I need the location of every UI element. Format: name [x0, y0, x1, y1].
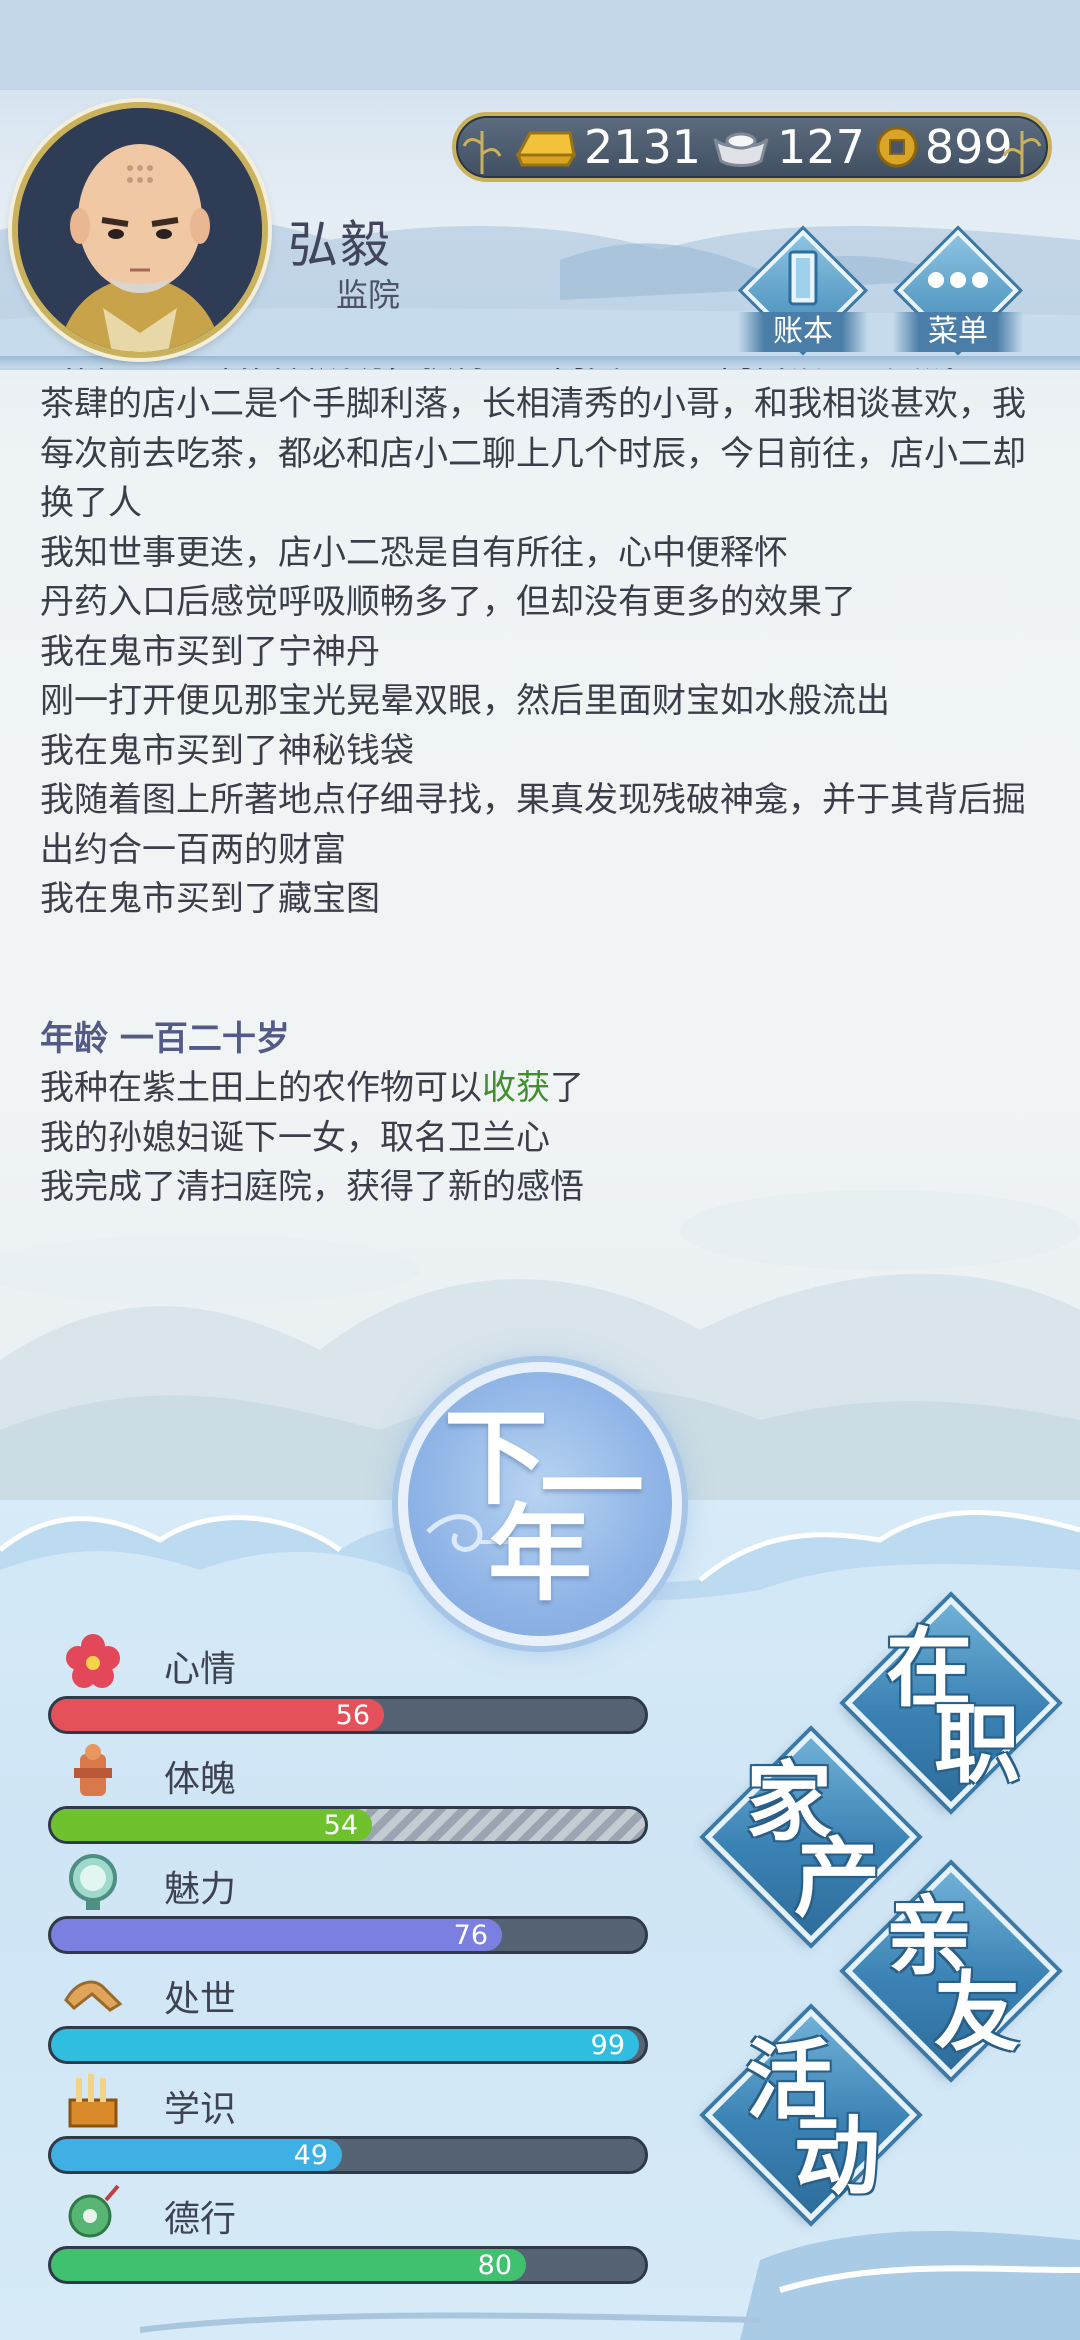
gold-ingot-icon	[515, 131, 577, 167]
activity-button[interactable]: 活 动	[704, 2008, 918, 2222]
log-line: 我在鬼市买到了藏宝图	[40, 879, 380, 919]
more-dots-icon	[928, 272, 988, 288]
stat-bar-knowledge: 49	[48, 2136, 648, 2174]
bamboo-decor-icon	[1002, 131, 1042, 174]
log-line: 我在鬼市买到了神秘钱袋	[40, 730, 414, 771]
gold-currency: 2131	[514, 120, 701, 174]
kin-char-2: 友	[934, 1963, 1020, 2063]
log-line: 我完成了清扫庭院，获得了新的感悟	[40, 1167, 584, 1207]
log-line: 刚一打开便见那宝光晃晕双眼，然后里面财宝如水般流出	[40, 681, 890, 721]
player-title: 监院	[336, 276, 401, 314]
log-text: 我种在紫土田上的农作物可以	[40, 1068, 482, 1108]
stat-value: 56	[335, 1700, 370, 1731]
stat-bar-mood: 56	[48, 1696, 648, 1734]
next-year-button[interactable]: 下 一 年	[398, 1362, 682, 1646]
player-name: 弘毅	[288, 216, 392, 274]
log-line: 我种在紫土田上的农作物可以收获了	[40, 1064, 1050, 1114]
ledger-book-icon	[788, 250, 818, 306]
stat-value: 76	[453, 1920, 488, 1951]
log-line: 我随着图上所著地点仔细寻找，果真发现残破神龛，并于其背后掘出约合一百两的财富	[40, 780, 1026, 870]
stat-bar-charm: 76	[48, 1916, 648, 1954]
jade-virtue-icon	[68, 2184, 120, 2238]
log-line: 出售37650石白薯成功，获得218两黄金550两白银288文钱	[40, 368, 1050, 380]
copper-amount: 899	[924, 120, 1013, 174]
copper-currency: 899	[875, 120, 1013, 174]
stat-label-charm: 魅力	[164, 1869, 237, 1910]
stat-value: 49	[293, 2140, 328, 2171]
stat-value: 99	[590, 2030, 625, 2061]
brush-holder-knowledge-icon	[68, 2074, 118, 2128]
silver-currency: 127	[711, 120, 865, 174]
age-heading: 年龄 一百二十岁	[40, 1018, 290, 1059]
stat-value: 80	[477, 2250, 512, 2281]
log-text: 了	[550, 1068, 584, 1108]
ledger-label: 账本	[738, 312, 868, 352]
stat-label-physique: 体魄	[164, 1759, 237, 1800]
stat-bar-virtue: 80	[48, 2246, 648, 2284]
gold-amount: 2131	[584, 120, 702, 174]
flower-mood-icon	[66, 1634, 120, 1688]
log-line: 我在鬼市买到了宁神丹	[40, 631, 380, 672]
hydrant-physique-icon	[74, 1744, 112, 1796]
stat-bar-worldliness: 99	[48, 2026, 648, 2064]
monk-portrait-icon	[18, 108, 262, 352]
log-line: 茶肆的店小二是个手脚利落，长相清秀的小哥，和我相谈甚欢，我每次前去吃茶，都必和店…	[40, 384, 1026, 523]
harvest-highlight: 收获	[482, 1068, 550, 1108]
stat-label-worldliness: 处世	[164, 1979, 237, 2020]
currency-bar: 2131 127 899	[452, 112, 1052, 182]
menu-button[interactable]: 菜单	[893, 222, 1023, 362]
log-partial-line: 出售37650石白薯成功，获得218两黄金550两白银288文钱	[40, 368, 1050, 380]
log-line: 我知世事更迭，店小二恐是自有所往，心中便释怀	[40, 532, 788, 573]
office-char-2: 职	[934, 1695, 1020, 1795]
stat-label-knowledge: 学识	[164, 2089, 237, 2130]
handshake-worldliness-icon	[64, 1980, 123, 2012]
log-line: 我的孙媳妇诞下一女，取名卫兰心	[40, 1117, 550, 1158]
next-year-char-3: 年	[488, 1493, 593, 1615]
mirror-charm-icon	[69, 1854, 117, 1910]
ledger-button[interactable]: 账本	[738, 222, 868, 362]
silver-ingot-icon	[713, 132, 769, 167]
menu-label: 菜单	[893, 312, 1023, 352]
stat-bar-physique: 54	[48, 1806, 648, 1844]
silver-amount: 127	[777, 120, 865, 174]
copper-coin-icon	[876, 126, 918, 168]
log-line: 丹药入口后感觉呼吸顺畅多了，但却没有更多的效果了	[40, 582, 856, 622]
activity-char-2: 动	[794, 2107, 880, 2207]
stat-value: 54	[323, 1810, 358, 1841]
event-log: 出售37650石白薯成功，获得218两黄金550两白银288文钱 茶肆的店小二是…	[40, 368, 1050, 1213]
avatar[interactable]	[12, 102, 268, 358]
stat-label-mood: 心情	[164, 1649, 237, 1690]
bamboo-decor-icon	[462, 131, 502, 174]
stat-label-virtue: 德行	[164, 2199, 237, 2240]
